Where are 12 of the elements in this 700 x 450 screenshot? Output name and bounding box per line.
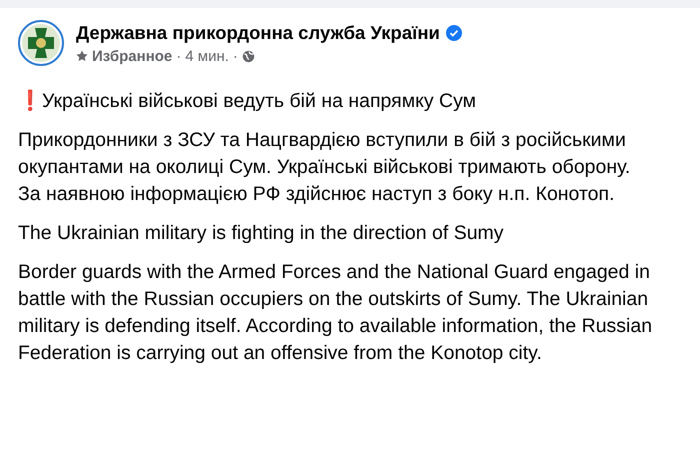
meta-text[interactable]: 4 мин. — [185, 48, 229, 64]
separator: · — [232, 48, 238, 64]
separator: · — [176, 48, 182, 64]
logo-icon — [18, 20, 64, 66]
globe-icon — [242, 50, 255, 62]
page-name[interactable]: Державна прикордонна служба України — [76, 22, 440, 44]
star-icon — [76, 50, 88, 62]
post-paragraph: Прикордонники з ЗСУ та Нацгвардією вступили в бій з російськими окупантами на околиці Сум. Українські військові тримають оборону. За наявною інформацією РФ здійснює наступ з боку н.п. Конотоп. — [18, 128, 632, 207]
post-paragraph: The Ukrainian military is fighting in the direction of Sumy — [18, 221, 505, 246]
post-paragraph: Border guards with the Armed Forces and the National Guard engaged in battle with the Russian occupiers on the outskirts of Sumy. The Ukrainian military is defending itself. According to available information, the Russian Federation is carrying out an offensive from the Konotop city. — [18, 260, 654, 366]
meta-text: Избранное — [92, 48, 172, 64]
post-paragraph: ❗Українські військові ведуть бій на напрямку Сум — [18, 88, 478, 114]
